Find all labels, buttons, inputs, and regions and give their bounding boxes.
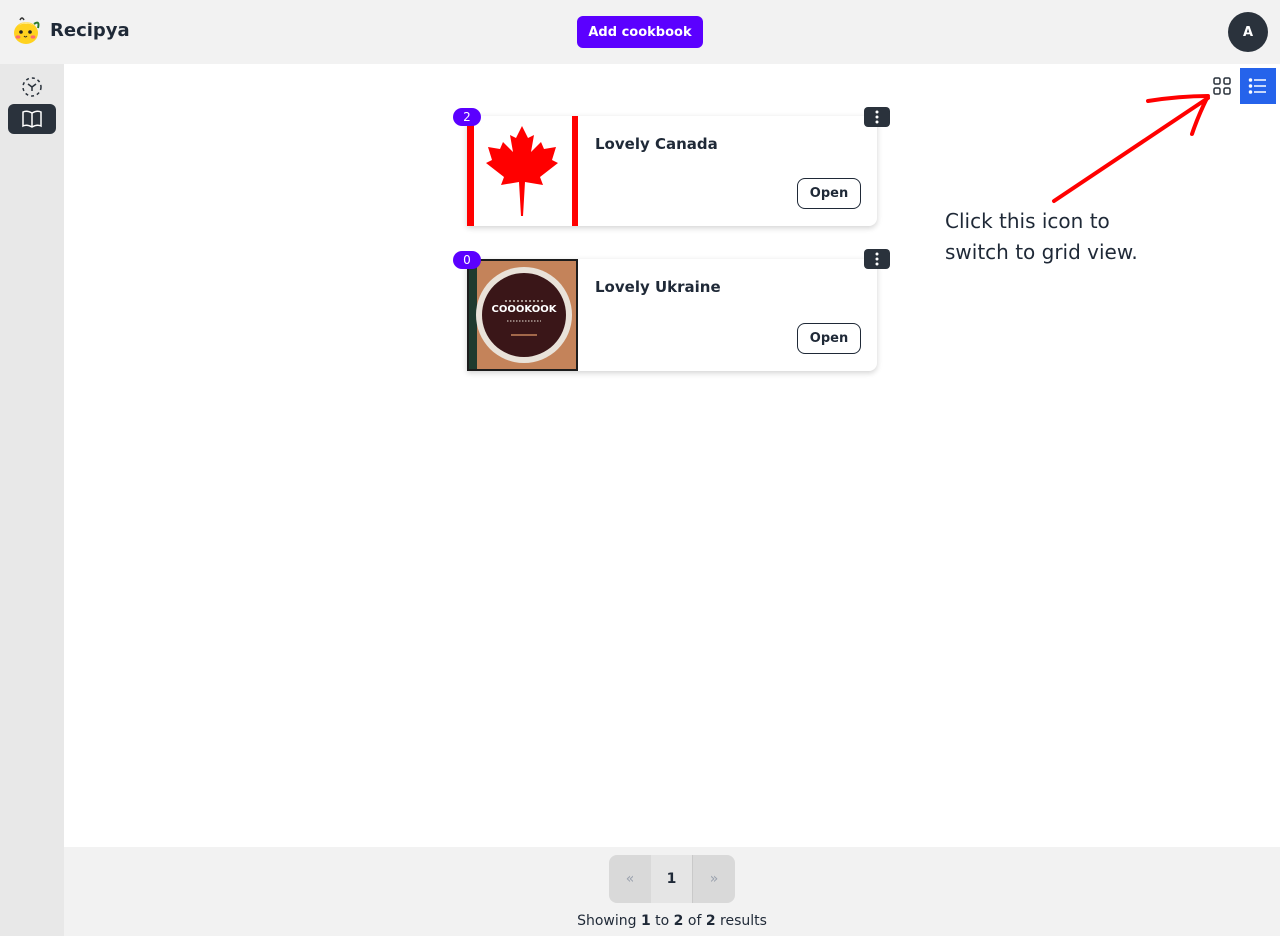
- cookbook-card: Lovely Canada Open: [467, 116, 877, 226]
- add-cookbook-button[interactable]: Add cookbook: [577, 16, 703, 48]
- brand-name: Recipya: [50, 19, 130, 41]
- brand[interactable]: Recipya: [10, 14, 130, 46]
- pagination-footer: « 1 » Showing 1 to 2 of 2 results: [64, 847, 1280, 936]
- more-vertical-icon: [875, 252, 879, 266]
- card-menu-button[interactable]: [864, 249, 890, 269]
- top-bar: Recipya Add cookbook A: [0, 0, 1280, 64]
- grid-icon: [1213, 77, 1231, 95]
- current-page-button[interactable]: 1: [651, 855, 692, 903]
- annotation-arrow: [1052, 94, 1210, 203]
- results-total: 2: [705, 913, 716, 929]
- cookbook-card: COOOKOOK Lovely Ukraine Open: [467, 259, 877, 371]
- prev-page-button[interactable]: «: [609, 855, 651, 903]
- pagination: « 1 »: [609, 855, 735, 903]
- results-to: 2: [673, 913, 684, 929]
- more-vertical-icon: [875, 110, 879, 124]
- open-button[interactable]: Open: [797, 178, 861, 209]
- book-open-icon: [22, 110, 42, 128]
- sidebar-item-cookbooks[interactable]: [8, 104, 56, 134]
- cookbook-title: Lovely Canada: [595, 135, 718, 153]
- cookbook-image-canada-flag[interactable]: [467, 116, 578, 226]
- cookbook-cover-text: COOOKOOK: [492, 304, 558, 315]
- sidebar: [0, 64, 64, 936]
- results-from: 1: [640, 913, 651, 929]
- list-icon: [1248, 78, 1266, 94]
- recipe-count-badge: 0: [453, 251, 481, 269]
- avatar[interactable]: A: [1228, 12, 1268, 52]
- annotation-note: Click this icon to switch to grid view.: [945, 209, 1138, 264]
- cookbook-image-cookbook-cover[interactable]: COOOKOOK: [467, 259, 578, 371]
- card-menu-button[interactable]: [864, 107, 890, 127]
- open-button[interactable]: Open: [797, 323, 861, 354]
- results-summary: Showing 1 to 2 of 2 results: [577, 913, 767, 929]
- list-view-button[interactable]: [1240, 68, 1276, 104]
- recipe-count-badge: 2: [453, 108, 481, 126]
- next-page-button[interactable]: »: [692, 855, 735, 903]
- cookbook-title: Lovely Ukraine: [595, 278, 721, 296]
- brand-logo-icon: [14, 17, 40, 44]
- scan-icon: [22, 77, 42, 97]
- sidebar-item-scan[interactable]: [8, 72, 56, 102]
